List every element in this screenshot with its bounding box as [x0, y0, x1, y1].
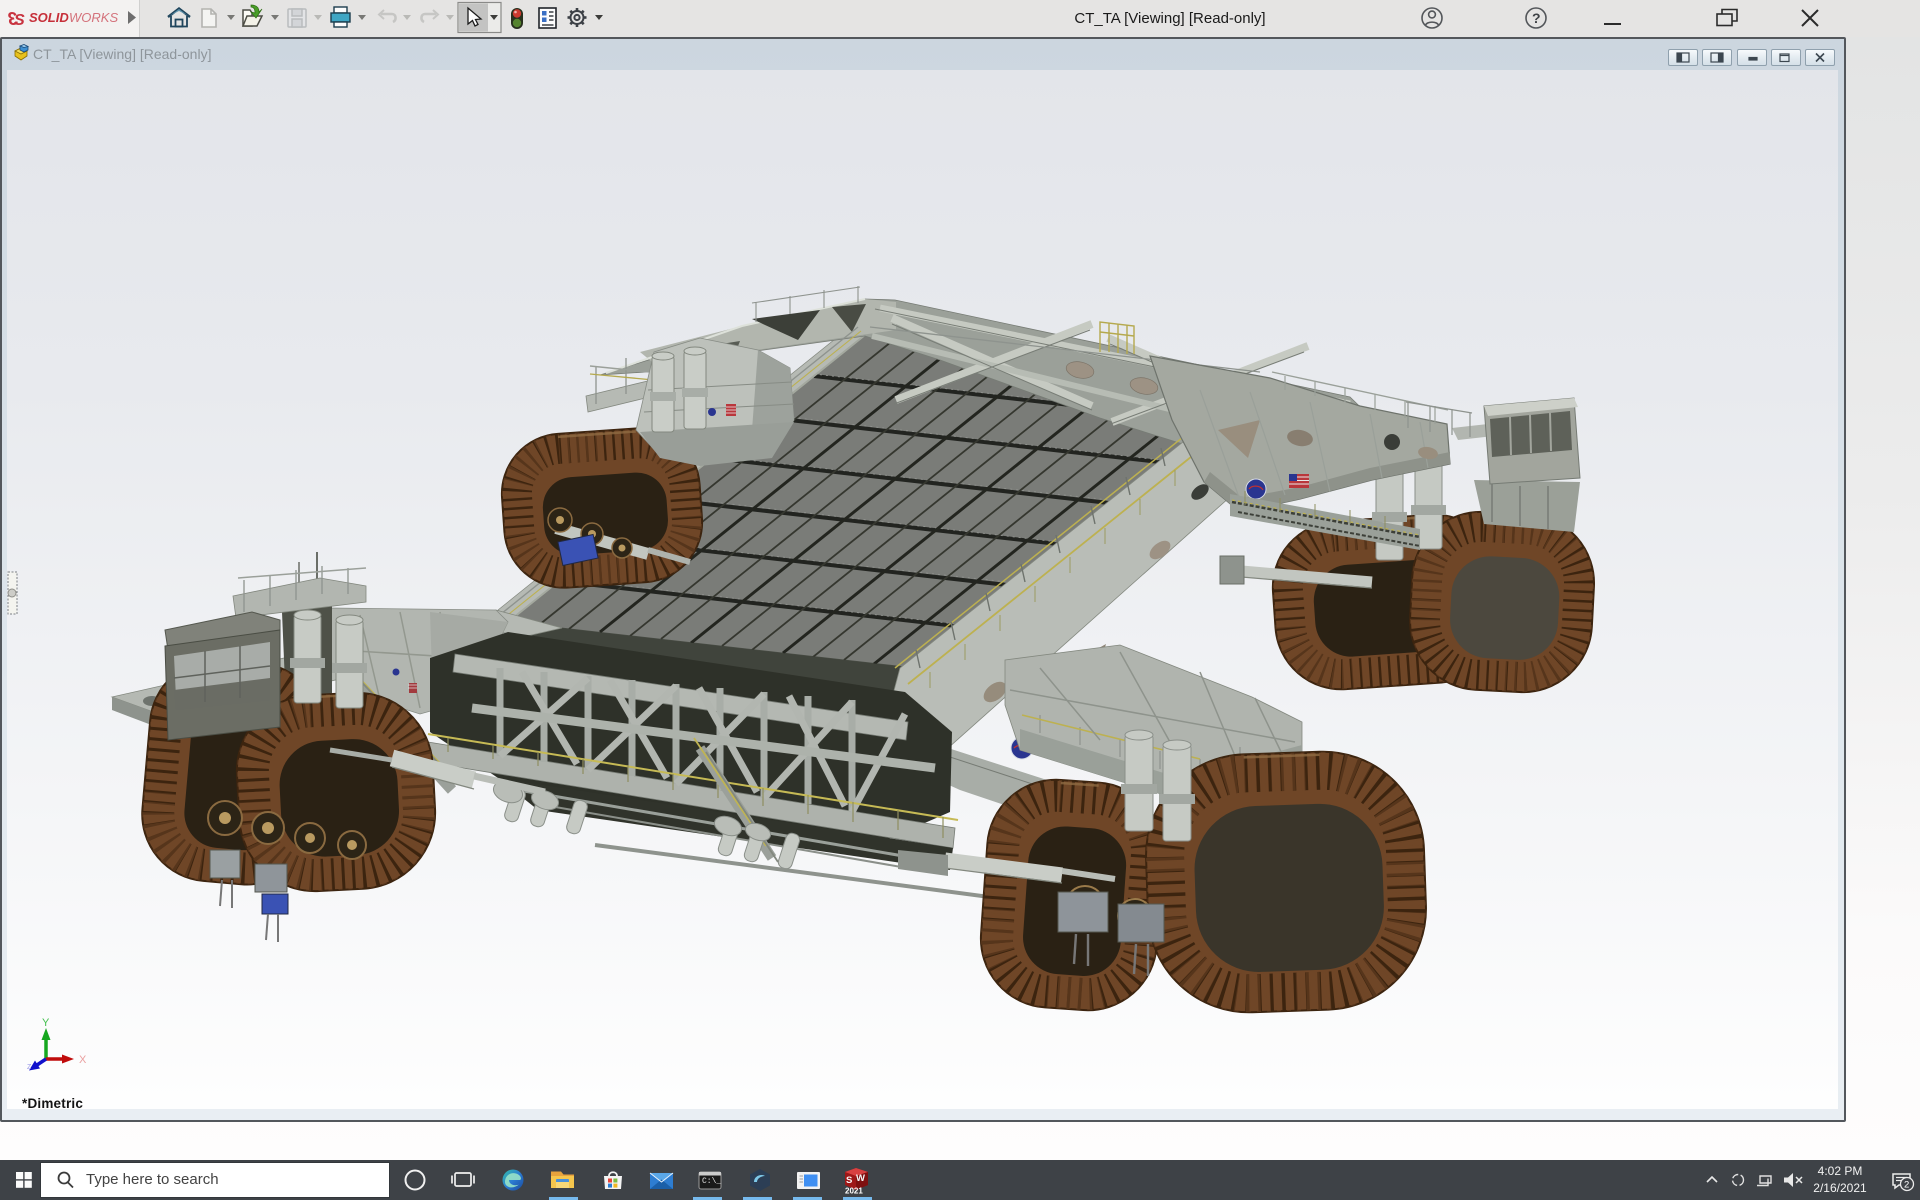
svg-text:SOLID: SOLID	[29, 10, 69, 25]
svg-text:?: ?	[1532, 10, 1541, 26]
svg-text:WORKS: WORKS	[69, 10, 118, 25]
svg-text:2: 2	[1904, 1180, 1909, 1191]
svg-text:X: X	[79, 1054, 87, 1066]
svg-text:S: S	[14, 12, 25, 29]
svg-text:2021: 2021	[845, 1187, 863, 1196]
svg-text:Y: Y	[42, 1017, 50, 1029]
svg-text:C:\_: C:\_	[702, 1177, 721, 1186]
svg-text:S: S	[846, 1175, 852, 1186]
svg-text:W: W	[856, 1173, 865, 1184]
svg-text:Z: Z	[27, 1064, 32, 1071]
